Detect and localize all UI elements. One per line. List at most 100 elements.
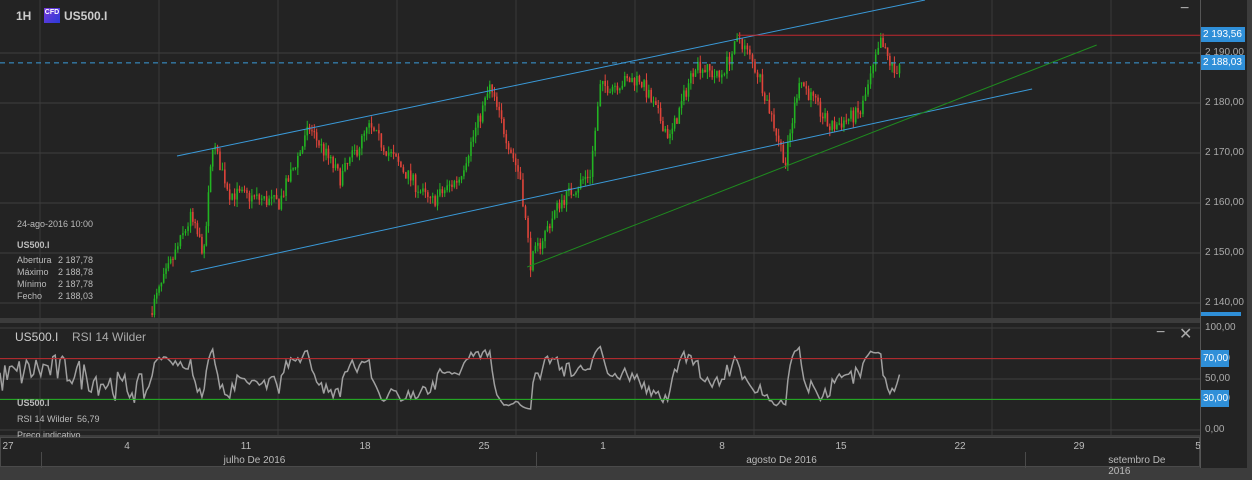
rsi-panel[interactable]: US500.I RSI 14 Wilder − ✕ US500.I RSI 14…: [0, 323, 1200, 440]
candle-body: [621, 85, 624, 89]
candle-body: [325, 148, 327, 156]
candle-body: [614, 85, 616, 87]
candle-body: [704, 69, 706, 73]
rsi-indicator-label[interactable]: RSI 14 Wilder: [72, 330, 146, 344]
trend-line-lower-channel: [190, 88, 1033, 273]
candle-body: [275, 195, 278, 200]
candle-body: [238, 188, 241, 192]
candle-body: [236, 188, 238, 200]
time-axis[interactable]: 27 4 11 18 25 1 8 15 22 29 5 julho De 2016 agosto De…: [0, 437, 1201, 477]
candle-body: [496, 96, 498, 107]
candle-body: [843, 120, 845, 128]
candle-body: [280, 195, 283, 210]
candle-body: [448, 184, 451, 186]
candle-body: [636, 75, 638, 86]
candle-body: [151, 313, 153, 316]
candle-body: [498, 106, 501, 111]
candle-body: [685, 90, 688, 97]
candle-body: [368, 123, 370, 128]
candle-body: [365, 127, 368, 134]
candle-body: [184, 231, 187, 234]
candle-body: [169, 258, 172, 264]
candle-body: [558, 202, 561, 209]
candle-body: [192, 211, 194, 222]
candle-body: [306, 126, 309, 136]
candle-body: [680, 101, 683, 109]
candle-body: [221, 169, 224, 171]
candle-body: [692, 73, 694, 77]
candle-body: [791, 123, 794, 134]
resistance-price-tag: 2 193,56: [1201, 27, 1245, 43]
rsi-level-tag: 30,00: [1201, 390, 1229, 408]
candle-body: [172, 258, 174, 260]
candle-body: [491, 84, 493, 93]
candle-body: [289, 169, 292, 182]
candle-body: [233, 193, 236, 200]
month-label: julho De 2016: [223, 455, 286, 466]
info-label: Máximo: [17, 267, 49, 277]
candle-body: [527, 218, 529, 238]
candle-body: [246, 190, 248, 193]
candle-body: [194, 221, 196, 224]
candle-body: [282, 195, 285, 197]
rsi-close-icon[interactable]: ✕: [1179, 324, 1192, 344]
candle-body: [889, 55, 891, 66]
candle-body: [544, 231, 546, 242]
candle-body: [616, 85, 619, 91]
candle-body: [292, 168, 294, 170]
candle-body: [427, 192, 429, 198]
candle-body: [253, 195, 256, 197]
timeframe-label[interactable]: 1H: [16, 9, 31, 23]
candle-body: [701, 69, 704, 73]
rsi-minimize-icon[interactable]: −: [1156, 324, 1165, 342]
candle-body: [759, 74, 761, 78]
price-tick-label: 2 150,00: [1205, 247, 1244, 258]
price-chart-panel[interactable]: 1H CFD US500.I − 24-ago-2016 10:00 US500…: [0, 0, 1200, 318]
candle-body: [503, 118, 505, 135]
candle-body: [285, 178, 287, 196]
candle-body: [556, 202, 558, 211]
candle-body: [332, 157, 334, 169]
minimize-icon[interactable]: −: [1180, 0, 1189, 18]
candle-body: [385, 151, 388, 156]
time-tick-label: 22: [954, 441, 966, 452]
candle-body: [893, 63, 896, 74]
candle-body: [773, 114, 775, 129]
candle-body: [187, 226, 189, 232]
instrument-label[interactable]: US500.I: [64, 9, 107, 23]
candle-body: [836, 124, 838, 130]
candle-body: [655, 101, 657, 106]
trend-line-support: [527, 44, 1097, 268]
candle-body: [351, 150, 354, 158]
candle-body: [268, 198, 270, 205]
candle-body: [160, 282, 163, 287]
candle-body: [805, 86, 808, 89]
candle-body: [265, 196, 268, 205]
candle-body: [484, 97, 486, 106]
month-divider: [1024, 452, 1026, 468]
candle-body: [694, 70, 697, 77]
candle-body: [203, 245, 205, 254]
candle-body: [500, 110, 503, 119]
candle-body: [673, 118, 676, 129]
candle-body: [716, 70, 718, 77]
candle-body: [645, 80, 648, 98]
candle-body: [798, 83, 800, 99]
candle-body: [650, 89, 652, 102]
candle-body: [582, 179, 584, 181]
candle-body: [327, 148, 330, 159]
candle-body: [341, 170, 344, 186]
candle-body: [754, 61, 756, 73]
candle-body: [489, 84, 491, 94]
candle-body: [465, 163, 468, 171]
time-tick-label: 27: [2, 441, 14, 452]
candle-body: [606, 86, 609, 93]
candle-body: [819, 101, 822, 117]
candle-body: [278, 199, 280, 210]
candle-body: [859, 112, 862, 115]
candle-body: [880, 37, 882, 48]
candle-body: [594, 130, 596, 151]
time-tick-label: 29: [1073, 441, 1085, 452]
candle-body: [507, 143, 510, 150]
candle-body: [601, 80, 604, 85]
